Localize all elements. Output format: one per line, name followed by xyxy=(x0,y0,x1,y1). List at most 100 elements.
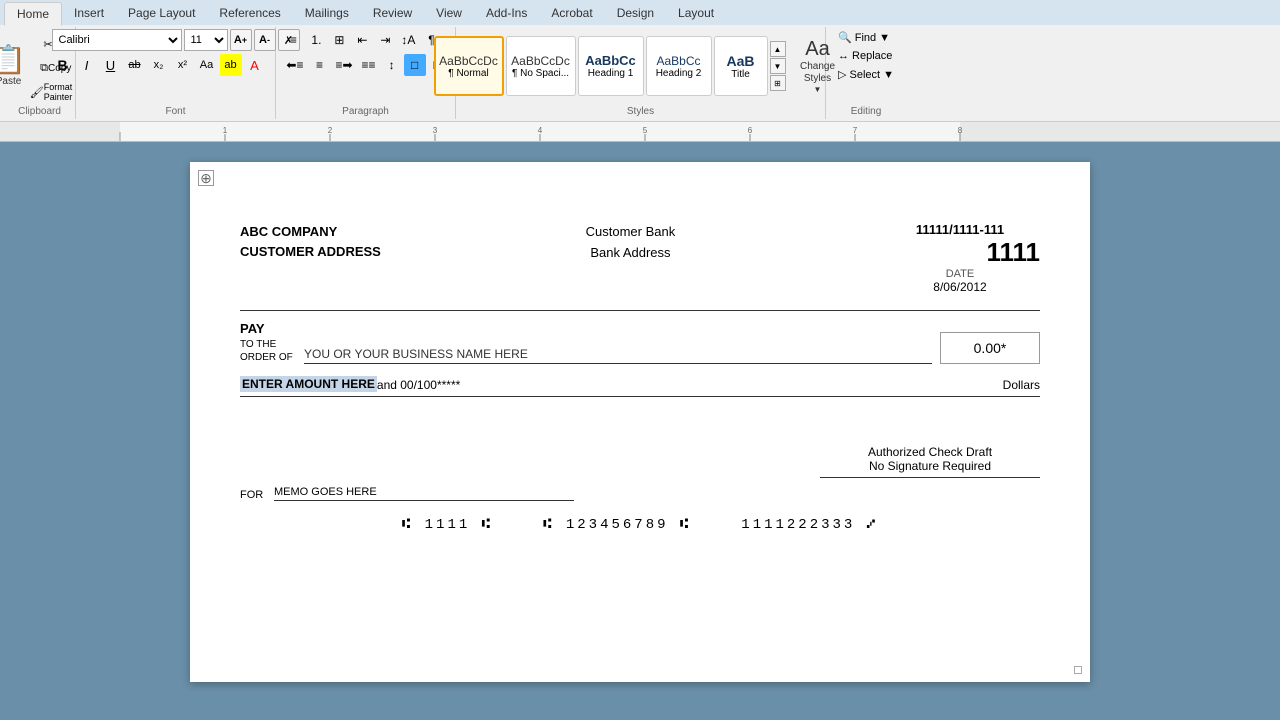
bold-button[interactable]: B xyxy=(52,54,74,76)
font-name-select[interactable]: Calibri xyxy=(52,29,182,51)
line-spacing-button[interactable]: ↕ xyxy=(381,54,403,76)
italic-button[interactable]: I xyxy=(76,54,98,76)
editing-group: 🔍 Find ▼ ↔ Replace ▷ Select ▼ Editing xyxy=(826,27,906,119)
tab-review[interactable]: Review xyxy=(361,2,424,25)
amount-text-section: ENTER AMOUNT HERE and 00/100***** Dollar… xyxy=(240,376,1040,397)
style-normal-label: ¶ Normal xyxy=(448,68,488,79)
underline-button[interactable]: U xyxy=(100,54,122,76)
styles-scroll-up-button[interactable]: ▲ xyxy=(770,41,786,57)
change-styles-dropdown-icon: ▼ xyxy=(814,85,822,94)
authorized-line2: No Signature Required xyxy=(820,459,1040,473)
move-handle[interactable]: ⊕ xyxy=(198,170,214,186)
decrease-indent-button[interactable]: ⇤ xyxy=(351,29,373,51)
routing-number: 11111/1111-111 xyxy=(880,222,1040,237)
svg-text:7: 7 xyxy=(853,126,858,135)
top-separator xyxy=(240,310,1040,311)
amount-text-selected: ENTER AMOUNT HERE xyxy=(240,376,377,392)
tab-acrobat[interactable]: Acrobat xyxy=(539,2,604,25)
date-label: DATE xyxy=(880,268,1040,280)
style-heading2-label: Heading 2 xyxy=(656,68,702,79)
ruler-area: 1 2 3 4 5 6 7 8 xyxy=(0,122,1280,142)
change-case-button[interactable]: Aa xyxy=(196,54,218,76)
tab-mailings[interactable]: Mailings xyxy=(293,2,361,25)
paragraph-group: ≡ 1. ⊞ ⇤ ⇥ ↕A ¶ ⬅≡ ≡ ≡➡ ≡≡ ↕ □ ⊞ xyxy=(276,27,456,119)
bank-address: Bank Address xyxy=(586,243,676,264)
ribbon-tabs-bar: Home Insert Page Layout References Maili… xyxy=(0,0,1280,25)
for-label: FOR xyxy=(240,489,270,501)
increase-indent-button[interactable]: ⇥ xyxy=(374,29,396,51)
document: ⊕ ABC COMPANY CUSTOMER ADDRESS Customer … xyxy=(190,162,1090,682)
strikethrough-button[interactable]: ab xyxy=(124,54,146,76)
amount-value: 0.00* xyxy=(974,340,1007,356)
tab-view[interactable]: View xyxy=(424,2,474,25)
signature-line xyxy=(820,477,1040,478)
style-title[interactable]: AaB Title xyxy=(714,36,768,96)
align-center-button[interactable]: ≡ xyxy=(308,54,330,76)
tab-addins[interactable]: Add-Ins xyxy=(474,2,539,25)
micr-account: ⑆ 123456789 ⑆ xyxy=(543,517,691,533)
align-left-button[interactable]: ⬅≡ xyxy=(282,54,307,76)
font-size-select[interactable]: 11 xyxy=(184,29,228,51)
micr-routing: ⑆ 1111 ⑆ xyxy=(402,517,493,533)
format-painter-icon: 🖌 xyxy=(30,86,44,99)
copy-icon: ⧉ xyxy=(40,62,48,75)
subscript-button[interactable]: x₂ xyxy=(148,54,170,76)
memo-section: FOR MEMO GOES HERE xyxy=(240,486,1040,501)
font-grow-button[interactable]: A+ xyxy=(230,29,252,51)
tab-insert[interactable]: Insert xyxy=(62,2,116,25)
font-group: Calibri 11 A+ A- ✗ B I U ab x₂ x² Aa xyxy=(76,27,276,119)
tab-layout[interactable]: Layout xyxy=(666,2,726,25)
sort-button[interactable]: ↕A xyxy=(397,29,419,51)
ribbon: Home Insert Page Layout References Maili… xyxy=(0,0,1280,122)
pay-main-label: PAY xyxy=(240,321,300,338)
styles-scroll-down-button[interactable]: ▼ xyxy=(770,58,786,74)
authorized-block: Authorized Check Draft No Signature Requ… xyxy=(820,445,1040,478)
ruler-svg: 1 2 3 4 5 6 7 8 xyxy=(0,122,1280,142)
dollars-label: Dollars xyxy=(1003,378,1040,392)
style-no-spacing[interactable]: AaBbCcDc ¶ No Spaci... xyxy=(506,36,576,96)
replace-button[interactable]: ↔ Replace xyxy=(834,48,896,64)
paste-button[interactable]: 📋 Paste xyxy=(0,29,24,103)
superscript-button[interactable]: x² xyxy=(172,54,194,76)
ribbon-content: 📋 Paste ✂ Cut ⧉ Copy 🖌 Format Painter xyxy=(0,25,1280,122)
style-heading2[interactable]: AaBbCc Heading 2 xyxy=(646,36,712,96)
style-title-label: Title xyxy=(731,69,750,80)
font-shrink-button[interactable]: A- xyxy=(254,29,276,51)
tab-references[interactable]: References xyxy=(207,2,292,25)
align-right-button[interactable]: ≡➡ xyxy=(331,54,356,76)
resize-handle[interactable] xyxy=(1074,666,1082,674)
date-value: 8/06/2012 xyxy=(880,280,1040,294)
select-dropdown-icon: ▼ xyxy=(883,69,894,81)
style-heading1-preview: AaBbCc xyxy=(585,53,636,68)
font-color-button[interactable]: A xyxy=(244,54,266,76)
to-the-label: TO THE xyxy=(240,338,300,351)
micr-check: 1111222333 ⑇ xyxy=(741,517,878,533)
style-normal-preview: AaBbCcDc xyxy=(439,54,498,68)
numbering-button[interactable]: 1. xyxy=(305,29,327,51)
order-of-label: ORDER OF xyxy=(240,351,300,364)
document-area: ⊕ ABC COMPANY CUSTOMER ADDRESS Customer … xyxy=(0,142,1280,702)
memo-placeholder: MEMO GOES HERE xyxy=(274,486,574,501)
styles-expand-button[interactable]: ⊞ xyxy=(770,75,786,91)
justify-button[interactable]: ≡≡ xyxy=(358,54,380,76)
tab-design[interactable]: Design xyxy=(605,2,666,25)
select-button[interactable]: ▷ Select ▼ xyxy=(834,66,898,83)
styles-group: AaBbCcDc ¶ Normal AaBbCcDc ¶ No Spaci...… xyxy=(456,27,826,119)
micr-section: ⑆ 1111 ⑆ ⑆ 123456789 ⑆ 1111222333 ⑇ xyxy=(240,517,1040,533)
amount-box: 0.00* xyxy=(940,332,1040,364)
svg-text:1: 1 xyxy=(223,126,228,135)
highlight-button[interactable]: ab xyxy=(220,54,242,76)
company-info: ABC COMPANY CUSTOMER ADDRESS xyxy=(240,222,381,261)
bullets-button[interactable]: ≡ xyxy=(282,29,304,51)
pay-section: PAY TO THE ORDER OF YOU OR YOUR BUSINESS… xyxy=(240,321,1040,364)
find-button[interactable]: 🔍 Find ▼ xyxy=(834,29,894,46)
shading-button[interactable]: □ xyxy=(404,54,426,76)
bank-name: Customer Bank xyxy=(586,222,676,243)
multilevel-button[interactable]: ⊞ xyxy=(328,29,350,51)
style-heading1[interactable]: AaBbCc Heading 1 xyxy=(578,36,644,96)
check-number-section: 11111/1111-111 1111 DATE 8/06/2012 xyxy=(880,222,1040,294)
tab-home[interactable]: Home xyxy=(4,2,62,26)
svg-text:3: 3 xyxy=(433,126,438,135)
tab-page-layout[interactable]: Page Layout xyxy=(116,2,207,25)
style-normal[interactable]: AaBbCcDc ¶ Normal xyxy=(434,36,504,96)
